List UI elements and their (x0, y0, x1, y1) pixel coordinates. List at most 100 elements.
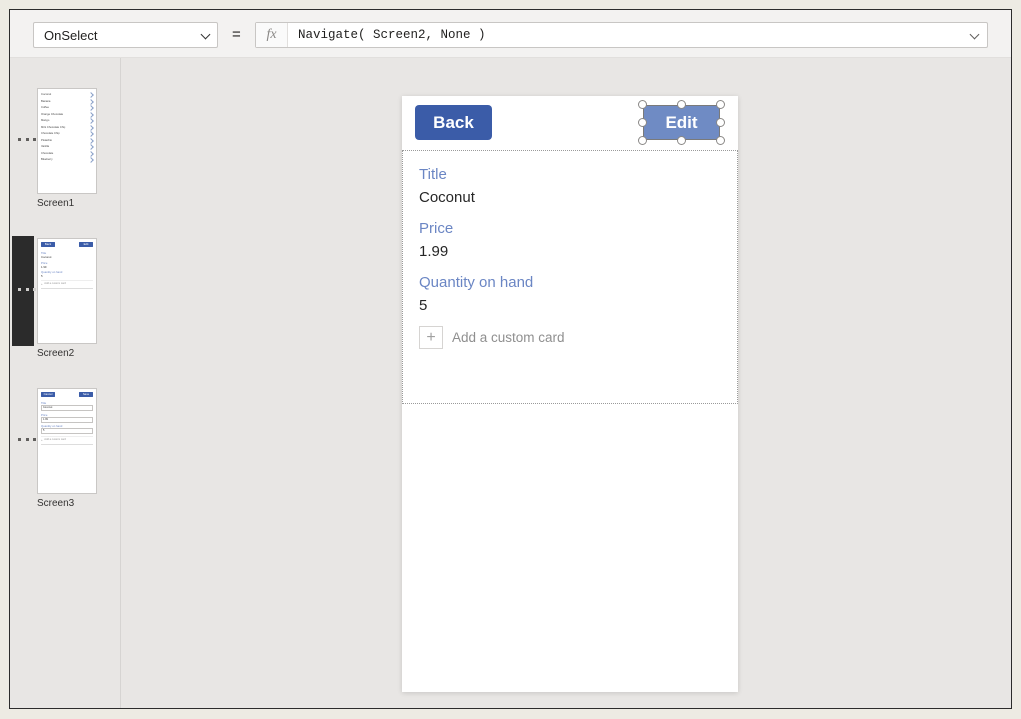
field-label-title: Title (419, 164, 737, 185)
add-custom-card-button[interactable]: + Add a custom card (419, 326, 737, 349)
screen-thumbnail-screen2[interactable]: Back Edit Title Coconut Price 1.99 Quant… (10, 236, 120, 368)
mini-add-card-label: Add a custom card (44, 282, 66, 286)
mini-divider (41, 444, 93, 445)
list-item-label: Banana (41, 98, 50, 104)
list-item-label: Blueberry (41, 157, 53, 163)
mini-header: Back Edit (38, 239, 96, 250)
resize-handle-top-right[interactable] (716, 100, 725, 109)
list-item-label: Coffee (41, 105, 49, 111)
chevron-right-icon (88, 92, 94, 98)
list-item-label: Coconut (41, 92, 51, 98)
list-item-label: Mint Chocolate Chip (41, 124, 66, 130)
screen1-preview[interactable]: Coconut Banana Coffee Orange Chocolate M… (37, 88, 97, 194)
chevron-right-icon (88, 112, 94, 118)
screen3-preview[interactable]: Cancel Save Title Coconut Price 1.99 Qua… (37, 388, 97, 494)
mini-form: Title Coconut Price 1.99 Quantity on han… (38, 400, 96, 445)
mini-field-input: 1.99 (41, 417, 93, 423)
screen-thumbnail-panel: Coconut Banana Coffee Orange Chocolate M… (10, 58, 121, 708)
power-apps-studio-frame: OnSelect = fx Navigate( Screen2, None ) (9, 9, 1012, 709)
app-window: OnSelect = fx Navigate( Screen2, None ) (0, 0, 1021, 719)
resize-handle-bottom-right[interactable] (716, 136, 725, 145)
mini-edit-button: Edit (79, 242, 93, 247)
mini-save-button: Save (79, 392, 93, 397)
list-item-label: Chocolate (41, 150, 53, 156)
screen-thumbnail-screen1[interactable]: Coconut Banana Coffee Orange Chocolate M… (10, 86, 120, 218)
list-item-label: Mango (41, 118, 49, 124)
mini-gallery-list: Coconut Banana Coffee Orange Chocolate M… (38, 89, 96, 163)
mini-add-card: + Add a custom card (41, 436, 93, 443)
list-item-label: Vanilla (41, 144, 49, 150)
plus-icon: + (41, 282, 43, 286)
list-item-label: Chocolate Chip (41, 131, 60, 137)
back-button[interactable]: Back (415, 105, 492, 140)
field-value-quantity-on-hand: 5 (419, 295, 737, 316)
mini-divider (41, 288, 93, 289)
screen-context-menu-icon[interactable] (18, 135, 36, 143)
chevron-right-icon (88, 151, 94, 157)
property-dropdown[interactable]: OnSelect (33, 22, 218, 48)
edit-button-selection-group: Edit (643, 105, 720, 140)
screen-context-menu-icon[interactable] (18, 285, 36, 293)
resize-handle-top-center[interactable] (677, 100, 686, 109)
mini-field-value: Coconut (41, 255, 93, 260)
screen-context-menu-icon[interactable] (18, 435, 36, 443)
formula-input-wrapper[interactable]: fx Navigate( Screen2, None ) (255, 22, 988, 48)
mini-field-input: Coconut (41, 405, 93, 411)
design-canvas: Back Edit (121, 58, 1011, 708)
list-item-label: Orange Chocolate (41, 111, 63, 117)
formula-bar: OnSelect = fx Navigate( Screen2, None ) (10, 10, 1011, 58)
list-item: Pistachio (41, 138, 94, 144)
mini-field-input: 5 (41, 428, 93, 434)
list-item: Coconut (41, 92, 94, 98)
plus-icon: + (419, 326, 443, 349)
screen-thumbnail-label: Screen1 (37, 198, 74, 209)
mini-form: Title Coconut Price 1.99 Quantity on han… (38, 250, 96, 289)
property-dropdown-label: OnSelect (44, 28, 201, 43)
mini-back-button: Back (41, 242, 55, 247)
list-item: Coffee (41, 105, 94, 111)
display-form[interactable]: Title Coconut Price 1.99 Quantity on han… (402, 150, 738, 404)
formula-expand-button[interactable] (963, 23, 987, 47)
chevron-right-icon (88, 105, 94, 111)
form-fields: Title Coconut Price 1.99 Quantity on han… (403, 151, 737, 349)
mini-add-card-label: Add a custom card (44, 438, 66, 442)
formula-input[interactable]: Navigate( Screen2, None ) (288, 23, 963, 47)
resize-handle-bottom-left[interactable] (638, 136, 647, 145)
resize-handle-middle-right[interactable] (716, 118, 725, 127)
fx-icon: fx (256, 23, 288, 47)
screen-header: Back Edit (402, 96, 738, 149)
chevron-down-icon (201, 30, 211, 40)
phone-screen-preview: Back Edit (402, 96, 738, 692)
list-item: Orange Chocolate (41, 112, 94, 118)
list-item: Mint Chocolate Chip (41, 125, 94, 131)
chevron-right-icon (88, 131, 94, 137)
resize-handle-bottom-center[interactable] (677, 136, 686, 145)
chevron-right-icon (88, 118, 94, 124)
mini-cancel-button: Cancel (41, 392, 55, 397)
screen-thumbnail-label: Screen3 (37, 498, 74, 509)
screen-thumbnail-screen3[interactable]: Cancel Save Title Coconut Price 1.99 Qua… (10, 386, 120, 518)
mini-header: Cancel Save (38, 389, 96, 400)
list-item: Mango (41, 118, 94, 124)
field-value-price: 1.99 (419, 241, 737, 262)
field-label-quantity-on-hand: Quantity on hand (419, 272, 737, 293)
resize-handle-top-left[interactable] (638, 100, 647, 109)
studio-body: Coconut Banana Coffee Orange Chocolate M… (10, 58, 1011, 708)
mini-add-card: + Add a custom card (41, 280, 93, 287)
list-item: Banana (41, 99, 94, 105)
chevron-right-icon (88, 157, 94, 163)
chevron-right-icon (88, 144, 94, 150)
list-item-label: Pistachio (41, 137, 52, 143)
resize-handle-middle-left[interactable] (638, 118, 647, 127)
add-custom-card-label: Add a custom card (452, 330, 565, 345)
mini-field-value: 1.99 (41, 265, 93, 270)
chevron-right-icon (88, 138, 94, 144)
chevron-right-icon (88, 125, 94, 131)
mini-field-value: 5 (41, 274, 93, 279)
field-value-title: Coconut (419, 187, 737, 208)
screen2-preview[interactable]: Back Edit Title Coconut Price 1.99 Quant… (37, 238, 97, 344)
list-item: Vanilla (41, 144, 94, 150)
edit-button[interactable]: Edit (643, 105, 720, 140)
list-item: Blueberry (41, 157, 94, 163)
list-item: Chocolate Chip (41, 131, 94, 137)
